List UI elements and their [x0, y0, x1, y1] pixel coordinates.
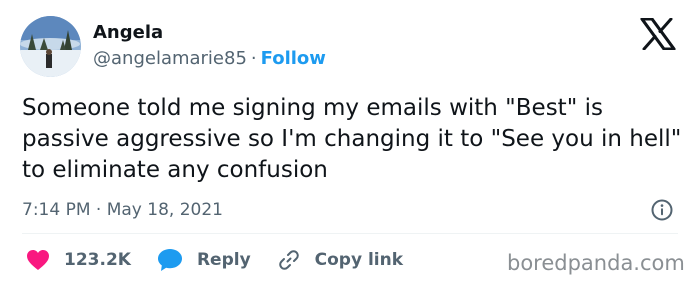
divider: [22, 233, 678, 234]
tweet-card: Angela @angelamarie85 · Follow Someone tol…: [0, 0, 700, 287]
reply-button[interactable]: Reply: [157, 248, 251, 272]
speech-bubble-icon: [157, 249, 182, 271]
heart-icon: [27, 250, 49, 270]
tweet-timestamp[interactable]: 7:14 PM · May 18, 2021: [22, 199, 223, 221]
copy-link-label: Copy link: [314, 250, 404, 270]
timestamp-separator: ·: [95, 200, 102, 220]
author-handle[interactable]: @angelamarie85: [93, 48, 247, 69]
author-handle-row: @angelamarie85 · Follow: [93, 48, 326, 70]
author-name[interactable]: Angela: [93, 22, 163, 44]
handle-separator: ·: [250, 48, 257, 69]
follow-button[interactable]: Follow: [261, 48, 326, 69]
reply-label: Reply: [196, 250, 251, 270]
avatar[interactable]: [20, 16, 81, 77]
avatar-image: [20, 16, 81, 77]
action-bar: 123.2K Reply Copy link: [26, 248, 429, 272]
like-count: 123.2K: [64, 250, 131, 270]
copy-link-button[interactable]: Copy link: [277, 248, 403, 272]
like-button[interactable]: 123.2K: [26, 249, 131, 271]
link-icon: [278, 250, 299, 270]
tweet-text: Someone told me signing my emails with "…: [22, 95, 682, 183]
tweet-time: 7:14 PM: [22, 200, 91, 220]
watermark: boredpanda.com: [507, 251, 685, 275]
info-icon[interactable]: [651, 199, 673, 221]
x-logo-icon[interactable]: [640, 18, 676, 50]
tweet-date: May 18, 2021: [106, 200, 223, 220]
